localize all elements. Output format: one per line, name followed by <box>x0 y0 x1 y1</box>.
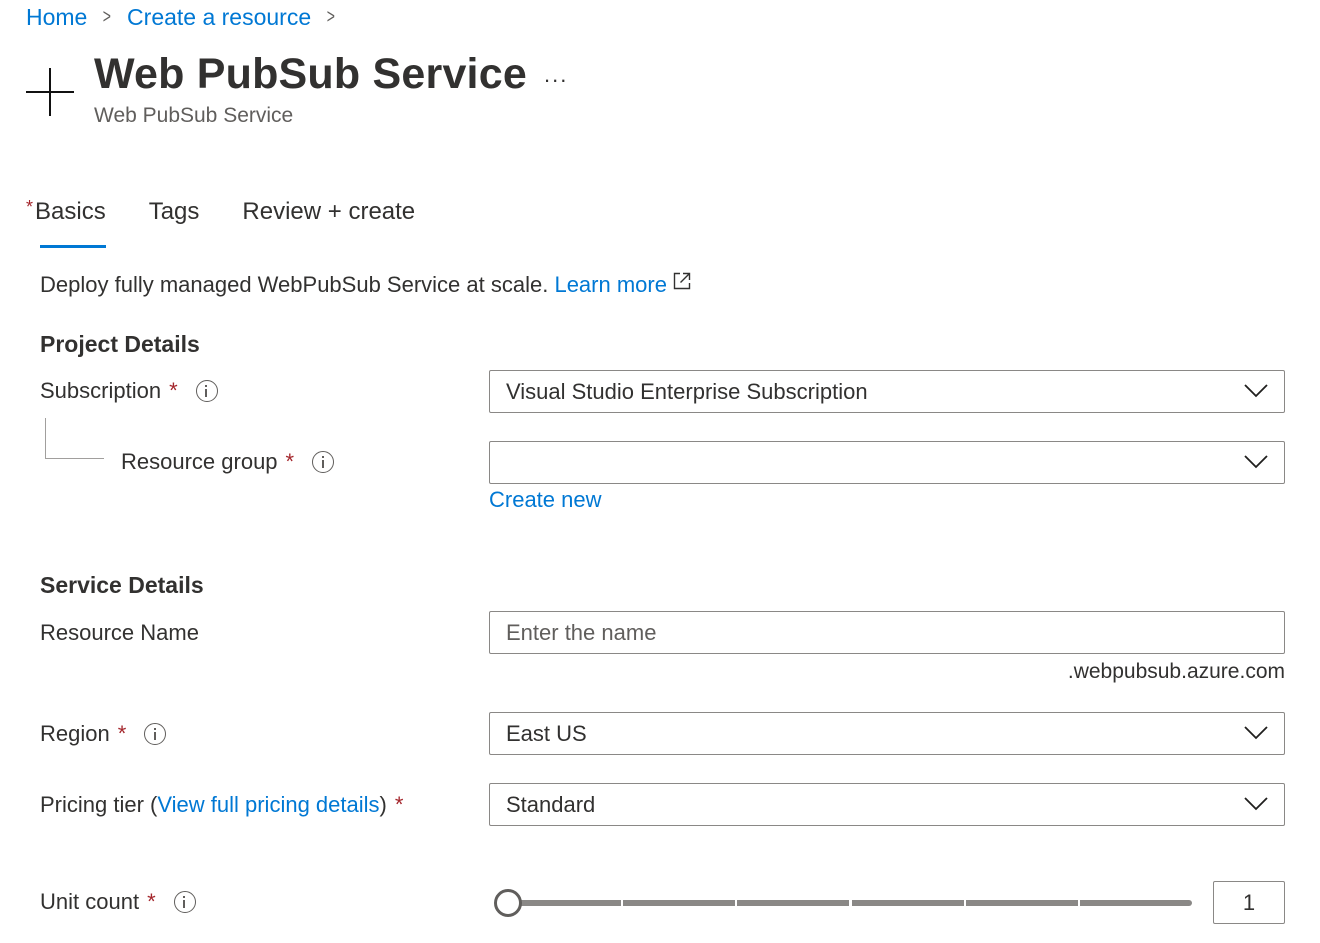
hierarchy-connector <box>45 418 104 459</box>
required-marker: * <box>117 721 127 746</box>
service-details-heading: Service Details <box>40 572 204 598</box>
label-text: Region <box>40 721 110 746</box>
label-text-suffix: ) <box>379 792 387 817</box>
chevron-down-icon <box>1244 726 1268 740</box>
tab-review-create[interactable]: Review + create <box>242 198 415 248</box>
slider-track-segment[interactable] <box>508 900 622 906</box>
pricing-tier-label: Pricing tier (View full pricing details)… <box>40 792 403 818</box>
dropdown-value: Standard <box>506 791 596 817</box>
page-subtitle: Web PubSub Service <box>94 104 294 127</box>
resource-name-input[interactable]: Enter the name <box>489 611 1285 654</box>
intro-text: Deploy fully managed WebPubSub Service a… <box>40 272 691 298</box>
chevron-down-icon <box>1244 384 1268 398</box>
info-icon[interactable] <box>312 451 335 473</box>
learn-more-link[interactable]: Learn more <box>554 272 667 297</box>
plus-icon <box>26 68 74 116</box>
tab-tags[interactable]: Tags <box>149 198 200 248</box>
label-text: Resource Name <box>40 620 199 645</box>
input-placeholder: Enter the name <box>506 619 657 645</box>
label-text: Pricing tier ( <box>40 792 158 817</box>
chevron-down-icon <box>1244 455 1268 469</box>
page-title: Web PubSub Service <box>94 50 527 98</box>
external-link-icon[interactable] <box>673 272 691 290</box>
info-icon[interactable] <box>173 891 196 913</box>
label-text: Subscription <box>40 378 162 403</box>
tab-label: Review + create <box>242 198 416 225</box>
dropdown-value: Visual Studio Enterprise Subscription <box>506 378 868 404</box>
region-label: Region * <box>40 721 167 747</box>
view-pricing-details-link[interactable]: View full pricing details <box>157 792 379 818</box>
tab-basics[interactable]: *Basics <box>26 197 106 248</box>
breadcrumb-home[interactable]: Home <box>26 4 87 31</box>
resource-name-label: Resource Name <box>40 620 199 646</box>
info-icon[interactable] <box>144 723 167 745</box>
slider-track-segment[interactable] <box>851 900 964 906</box>
subscription-dropdown[interactable]: Visual Studio Enterprise Subscription <box>489 370 1285 413</box>
slider-track-segment[interactable] <box>737 900 850 906</box>
label-text: Unit count <box>40 889 140 914</box>
ellipsis-icon[interactable]: ... <box>544 62 568 88</box>
breadcrumb-create-a-resource[interactable]: Create a resource <box>127 4 311 31</box>
subscription-label: Subscription * <box>40 378 218 404</box>
resource-group-dropdown[interactable] <box>489 441 1285 484</box>
slider-track-segment[interactable] <box>965 900 1078 906</box>
required-marker: * <box>169 378 178 403</box>
pricing-tier-dropdown[interactable]: Standard <box>489 783 1285 826</box>
tab-label: Basics <box>35 198 106 225</box>
chevron-right-icon: > <box>326 5 336 28</box>
unit-count-input[interactable]: 1 <box>1213 881 1285 924</box>
region-dropdown[interactable]: East US <box>489 712 1285 755</box>
required-marker: * <box>26 197 34 217</box>
label-text: Resource group <box>121 449 278 474</box>
slider-track-segment[interactable] <box>623 900 736 906</box>
slider-thumb[interactable] <box>494 889 522 917</box>
required-marker: * <box>147 889 156 914</box>
unit-count-label: Unit count * <box>40 889 196 915</box>
domain-suffix: .webpubsub.azure.com <box>1067 660 1285 683</box>
tab-bar: *Basics Tags Review + create <box>26 197 458 248</box>
chevron-down-icon <box>1244 797 1268 811</box>
dropdown-value: East US <box>506 720 587 746</box>
required-marker: * <box>394 792 404 817</box>
unit-count-slider[interactable] <box>494 888 1194 918</box>
chevron-right-icon: > <box>103 5 112 28</box>
slider-track-segment[interactable] <box>1079 900 1192 906</box>
resource-group-label: Resource group * <box>121 449 335 475</box>
required-marker: * <box>285 449 295 474</box>
breadcrumb: Home > Create a resource > <box>26 2 351 32</box>
tab-label: Tags <box>148 198 200 225</box>
create-new-resource-group-link[interactable]: Create new <box>489 487 602 513</box>
project-details-heading: Project Details <box>40 331 200 357</box>
info-icon[interactable] <box>195 380 218 402</box>
intro-description: Deploy fully managed WebPubSub Service a… <box>40 272 549 297</box>
